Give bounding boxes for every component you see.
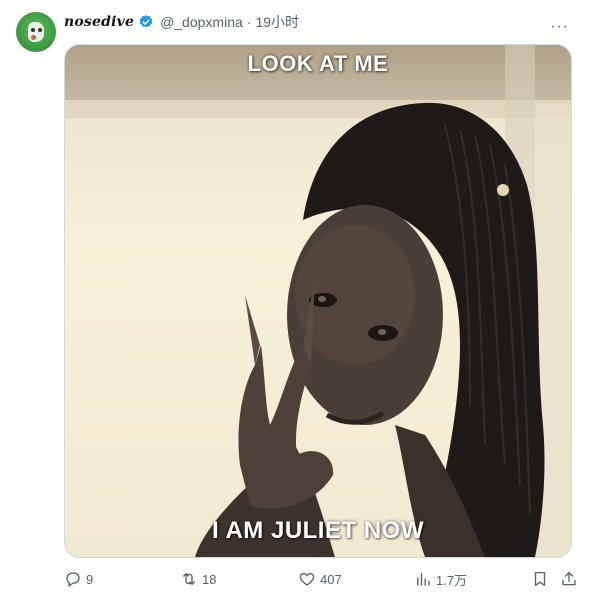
user-handle[interactable]: @_dopxmina: [160, 14, 243, 30]
like-button[interactable]: 407: [298, 568, 342, 590]
tweet-header: nosedive @_dopxmina · 19小时 ···: [64, 12, 575, 35]
views-button[interactable]: 1.7万: [414, 568, 467, 590]
avatar[interactable]: [16, 12, 56, 52]
meme-caption-bottom: I AM JULIET NOW: [212, 517, 424, 544]
tweet-media[interactable]: LOOK AT ME I AM JULIET NOW: [64, 44, 572, 558]
retweet-button[interactable]: 18: [180, 568, 216, 590]
reply-count: 9: [86, 571, 94, 587]
bookmark-icon: [534, 571, 546, 587]
like-icon: [299, 572, 315, 586]
avatar-cheek: [31, 35, 36, 40]
timestamp[interactable]: 19小时: [255, 12, 299, 32]
avatar-eye: [31, 28, 35, 32]
views-icon: [417, 573, 430, 586]
share-button[interactable]: [560, 568, 578, 590]
bookmark-button[interactable]: [531, 568, 549, 590]
views-count: 1.7万: [436, 572, 468, 588]
tweet-actions: 9 18 407 1.7万: [64, 568, 579, 590]
retweet-icon: [183, 573, 195, 585]
avatar-eye: [38, 28, 42, 32]
reply-button[interactable]: 9: [64, 568, 93, 590]
avatar-face: [28, 22, 44, 42]
more-icon[interactable]: ···: [550, 18, 569, 36]
meme-image: [65, 45, 571, 557]
verified-badge-icon: [139, 15, 153, 28]
retweet-count: 18: [202, 571, 217, 587]
like-count: 407: [320, 571, 342, 587]
reply-icon: [66, 572, 80, 588]
separator-dot: ·: [246, 14, 252, 30]
meme-caption-top: LOOK AT ME: [247, 51, 389, 76]
share-icon: [562, 571, 576, 586]
display-name[interactable]: nosedive: [64, 14, 134, 30]
